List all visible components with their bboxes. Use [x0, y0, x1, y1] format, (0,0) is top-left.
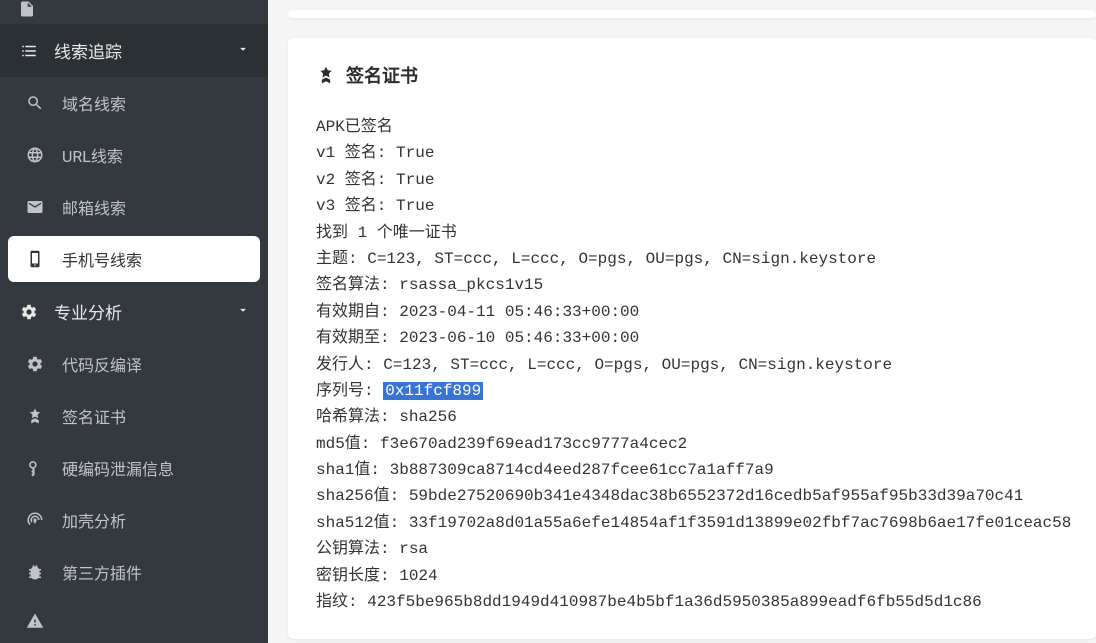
sidebar-item-label: 域名线索	[62, 91, 126, 115]
serial-highlight[interactable]: 0x11fcf899	[383, 382, 483, 400]
sidebar-item-label: 第三方插件	[62, 560, 142, 584]
cert-line: v2 签名: True	[316, 167, 1068, 193]
sidebar-group-label: 专业分析	[54, 299, 122, 324]
cert-line: 公钥算法: rsa	[316, 536, 1068, 562]
certificate-card: 签名证书 APK已签名 v1 签名: True v2 签名: True v3 签…	[288, 38, 1096, 639]
gear-icon	[24, 355, 46, 373]
sidebar-item-label: 硬编码泄漏信息	[62, 456, 174, 480]
certificate-body: APK已签名 v1 签名: True v2 签名: True v3 签名: Tr…	[316, 114, 1068, 615]
cert-line: APK已签名	[316, 114, 1068, 140]
phone-icon	[24, 250, 46, 268]
cert-line: sha256值: 59bde27520690b341e4348dac38b655…	[316, 483, 1068, 509]
cert-line: 有效期自: 2023-04-11 05:46:33+00:00	[316, 299, 1068, 325]
sidebar-item-plugins[interactable]: 第三方插件	[0, 546, 268, 598]
main-content: 签名证书 APK已签名 v1 签名: True v2 签名: True v3 签…	[268, 0, 1096, 643]
fingerprint-icon	[24, 511, 46, 529]
sidebar-item-cut[interactable]	[0, 0, 268, 24]
sidebar-item-label: 代码反编译	[62, 352, 142, 376]
cert-line: v1 签名: True	[316, 140, 1068, 166]
sidebar-item-decompile[interactable]: 代码反编译	[0, 338, 268, 390]
cert-line: 主题: C=123, ST=ccc, L=ccc, O=pgs, OU=pgs,…	[316, 246, 1068, 272]
card-top-edge	[288, 10, 1096, 18]
sidebar-item-label: URL线索	[62, 143, 123, 167]
cert-line: 密钥长度: 1024	[316, 563, 1068, 589]
sidebar-item-hardcoded[interactable]: 硬编码泄漏信息	[0, 442, 268, 494]
chevron-down-icon	[236, 302, 250, 322]
sidebar-item-phone[interactable]: 手机号线索	[8, 236, 260, 282]
cert-line: 指纹: 423f5be965b8dd1949d410987be4b5bf1a36…	[316, 589, 1068, 615]
cert-line: 发行人: C=123, ST=ccc, L=ccc, O=pgs, OU=pgs…	[316, 352, 1068, 378]
sidebar-item-email[interactable]: 邮箱线索	[0, 181, 268, 233]
sidebar-item-url[interactable]: URL线索	[0, 129, 268, 181]
chevron-down-icon	[236, 41, 250, 61]
cert-line: sha1值: 3b887309ca8714cd4eed287fcee61cc7a…	[316, 457, 1068, 483]
globe-icon	[24, 146, 46, 164]
cert-line: 有效期至: 2023-06-10 05:46:33+00:00	[316, 325, 1068, 351]
card-title: 签名证书	[316, 62, 1068, 88]
card-title-text: 签名证书	[346, 62, 418, 88]
sidebar-item-packer[interactable]: 加壳分析	[0, 494, 268, 546]
key-icon	[24, 459, 46, 477]
cert-line: 签名算法: rsassa_pkcs1v15	[316, 272, 1068, 298]
cert-line-serial[interactable]: 序列号: 0x11fcf899	[316, 378, 1068, 404]
cert-line: md5值: f3e670ad239f69ead173cc9777a4cec2	[316, 431, 1068, 457]
sidebar-group-analysis[interactable]: 专业分析	[0, 285, 268, 338]
sidebar-item-label: 邮箱线索	[62, 195, 126, 219]
search-icon	[24, 94, 46, 112]
mail-icon	[24, 198, 46, 216]
list-icon	[18, 42, 40, 60]
certificate-icon	[316, 65, 336, 85]
sidebar-item-certificate[interactable]: 签名证书	[0, 390, 268, 442]
bug-icon	[24, 563, 46, 581]
sidebar-item-danger[interactable]	[0, 598, 268, 634]
cert-line: sha512值: 33f19702a8d01a55a6efe14854af1f3…	[316, 510, 1068, 536]
cert-line: v3 签名: True	[316, 193, 1068, 219]
sidebar: 线索追踪 域名线索 URL线索 邮箱线索 手机号线索 专业分析	[0, 0, 268, 643]
certificate-icon	[24, 407, 46, 425]
cert-line: 找到 1 个唯一证书	[316, 220, 1068, 246]
sidebar-group-label: 线索追踪	[54, 38, 122, 63]
sidebar-item-label: 签名证书	[62, 404, 126, 428]
warning-icon	[24, 612, 46, 630]
sidebar-item-label: 加壳分析	[62, 508, 126, 532]
sidebar-group-clues[interactable]: 线索追踪	[0, 24, 268, 77]
sidebar-item-label: 手机号线索	[62, 247, 142, 271]
sidebar-item-domain[interactable]: 域名线索	[0, 77, 268, 129]
cert-line: 哈希算法: sha256	[316, 404, 1068, 430]
file-icon	[18, 0, 40, 18]
gear-icon	[18, 303, 40, 321]
